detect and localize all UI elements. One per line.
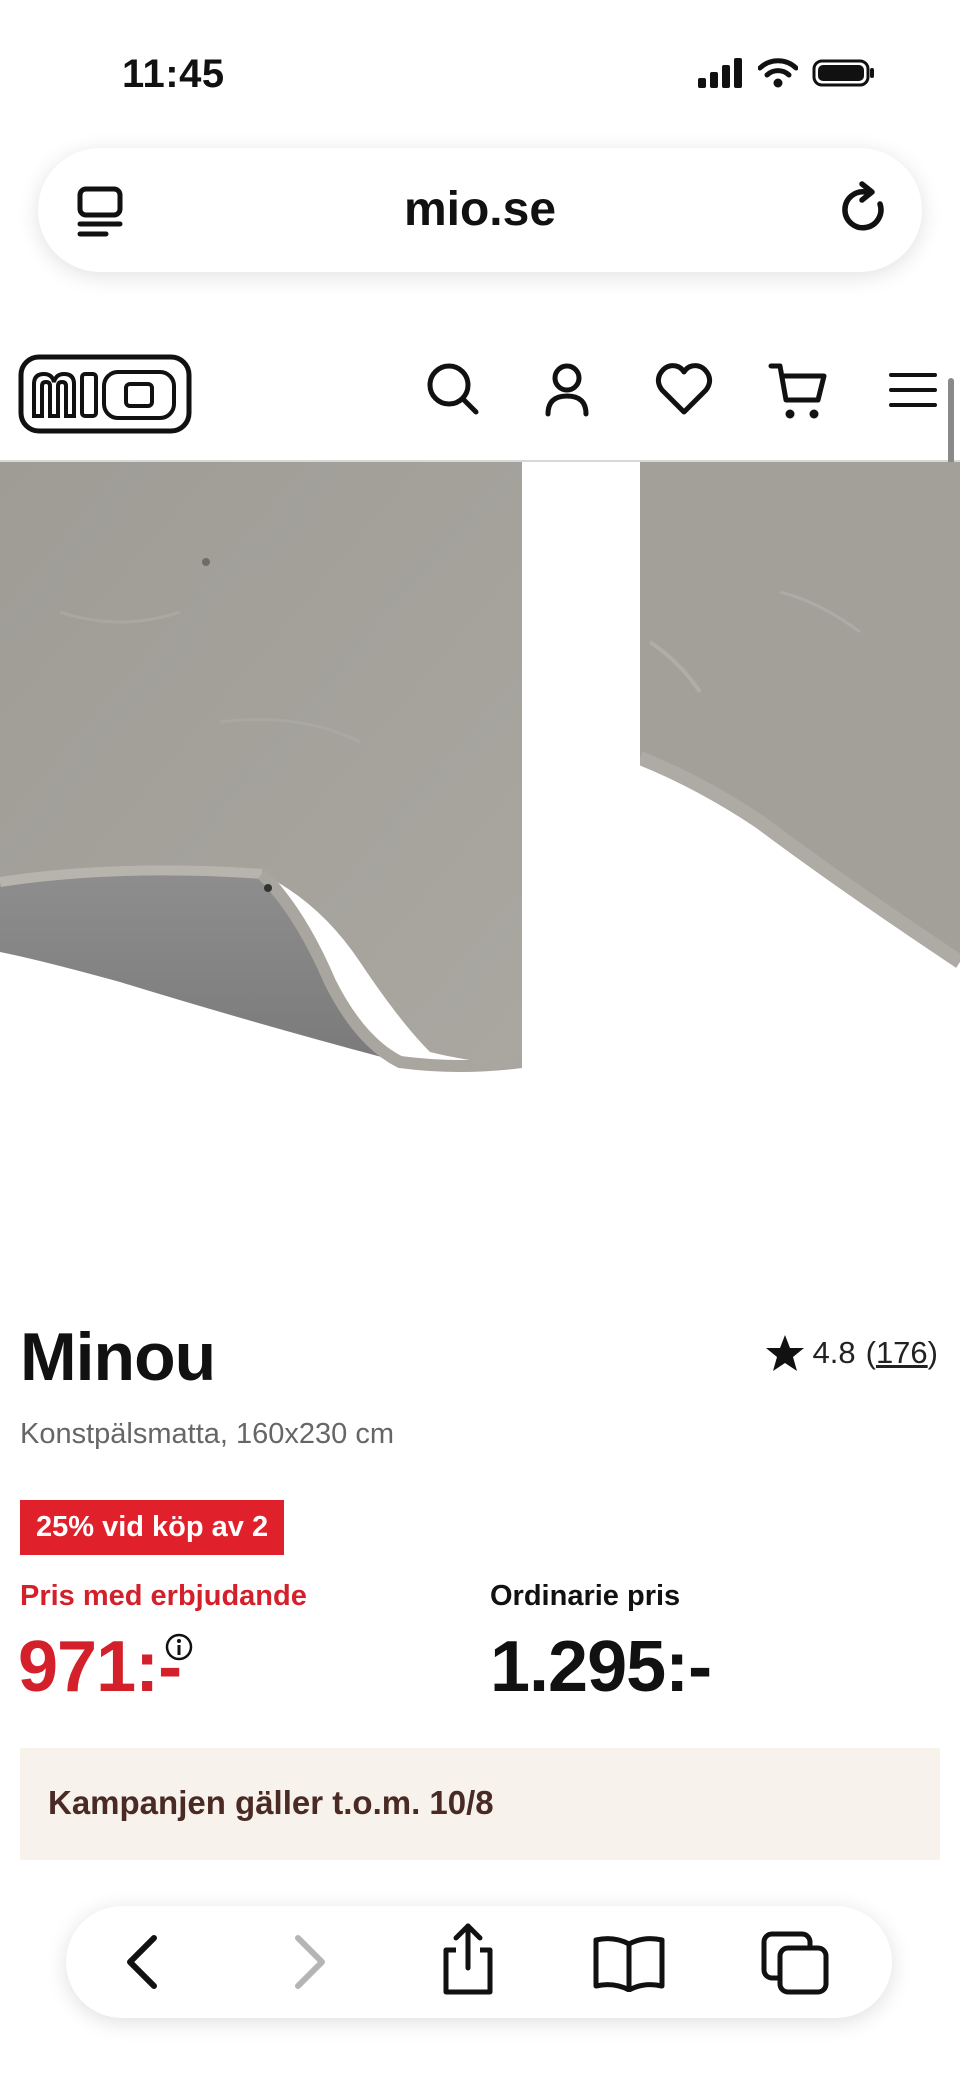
search-icon[interactable] [424, 360, 482, 420]
tabs-overview-icon[interactable] [760, 1930, 832, 1996]
promo-badge: 25% vid köp av 2 [20, 1500, 285, 1555]
info-icon[interactable] [164, 1632, 194, 1662]
back-icon[interactable] [118, 1932, 168, 1992]
rating-value: 4.8 [812, 1335, 856, 1370]
address-bar[interactable]: mio.se [38, 148, 922, 272]
status-bar: 11:45 [0, 0, 960, 130]
share-icon[interactable] [436, 1920, 500, 1998]
product-subtitle: Konstpälsmatta, 160x230 cm [20, 1418, 394, 1450]
reload-icon[interactable] [836, 180, 892, 240]
signal-icon [698, 58, 742, 88]
product-rating[interactable]: 4.8 ( 176 ) [765, 1334, 938, 1372]
status-icons [698, 58, 876, 88]
battery-icon [812, 59, 874, 87]
product-image-gallery[interactable] [0, 462, 960, 1102]
product-image-1[interactable] [0, 462, 522, 1080]
bookmarks-icon[interactable] [590, 1934, 668, 1992]
product-title: Minou [20, 1319, 216, 1395]
site-header [0, 330, 960, 462]
status-time: 11:45 [122, 52, 225, 96]
regular-price: 1.295:- [490, 1627, 712, 1707]
forward-icon[interactable] [284, 1932, 334, 1992]
offer-price: 971:- [18, 1627, 182, 1707]
product-image-2[interactable] [640, 462, 960, 982]
account-icon[interactable] [540, 360, 594, 420]
campaign-banner: Kampanjen gäller t.o.m. 10/8 [20, 1748, 940, 1860]
star-icon [765, 1335, 804, 1371]
cart-icon[interactable] [768, 360, 830, 422]
rating-close-paren: ) [927, 1335, 938, 1370]
rating-count-link[interactable]: 176 [876, 1335, 928, 1371]
regular-price-label: Ordinarie pris [490, 1580, 681, 1612]
offer-price-label: Pris med erbjudande [20, 1580, 307, 1612]
browser-toolbar [66, 1906, 892, 2018]
wifi-icon [758, 58, 798, 88]
url-text[interactable]: mio.se [38, 182, 922, 237]
campaign-text: Kampanjen gäller t.o.m. 10/8 [48, 1784, 494, 1821]
heart-icon[interactable] [654, 360, 714, 420]
rating-open-paren: ( [865, 1335, 876, 1370]
menu-icon[interactable] [888, 370, 938, 410]
mio-logo[interactable] [18, 354, 192, 434]
